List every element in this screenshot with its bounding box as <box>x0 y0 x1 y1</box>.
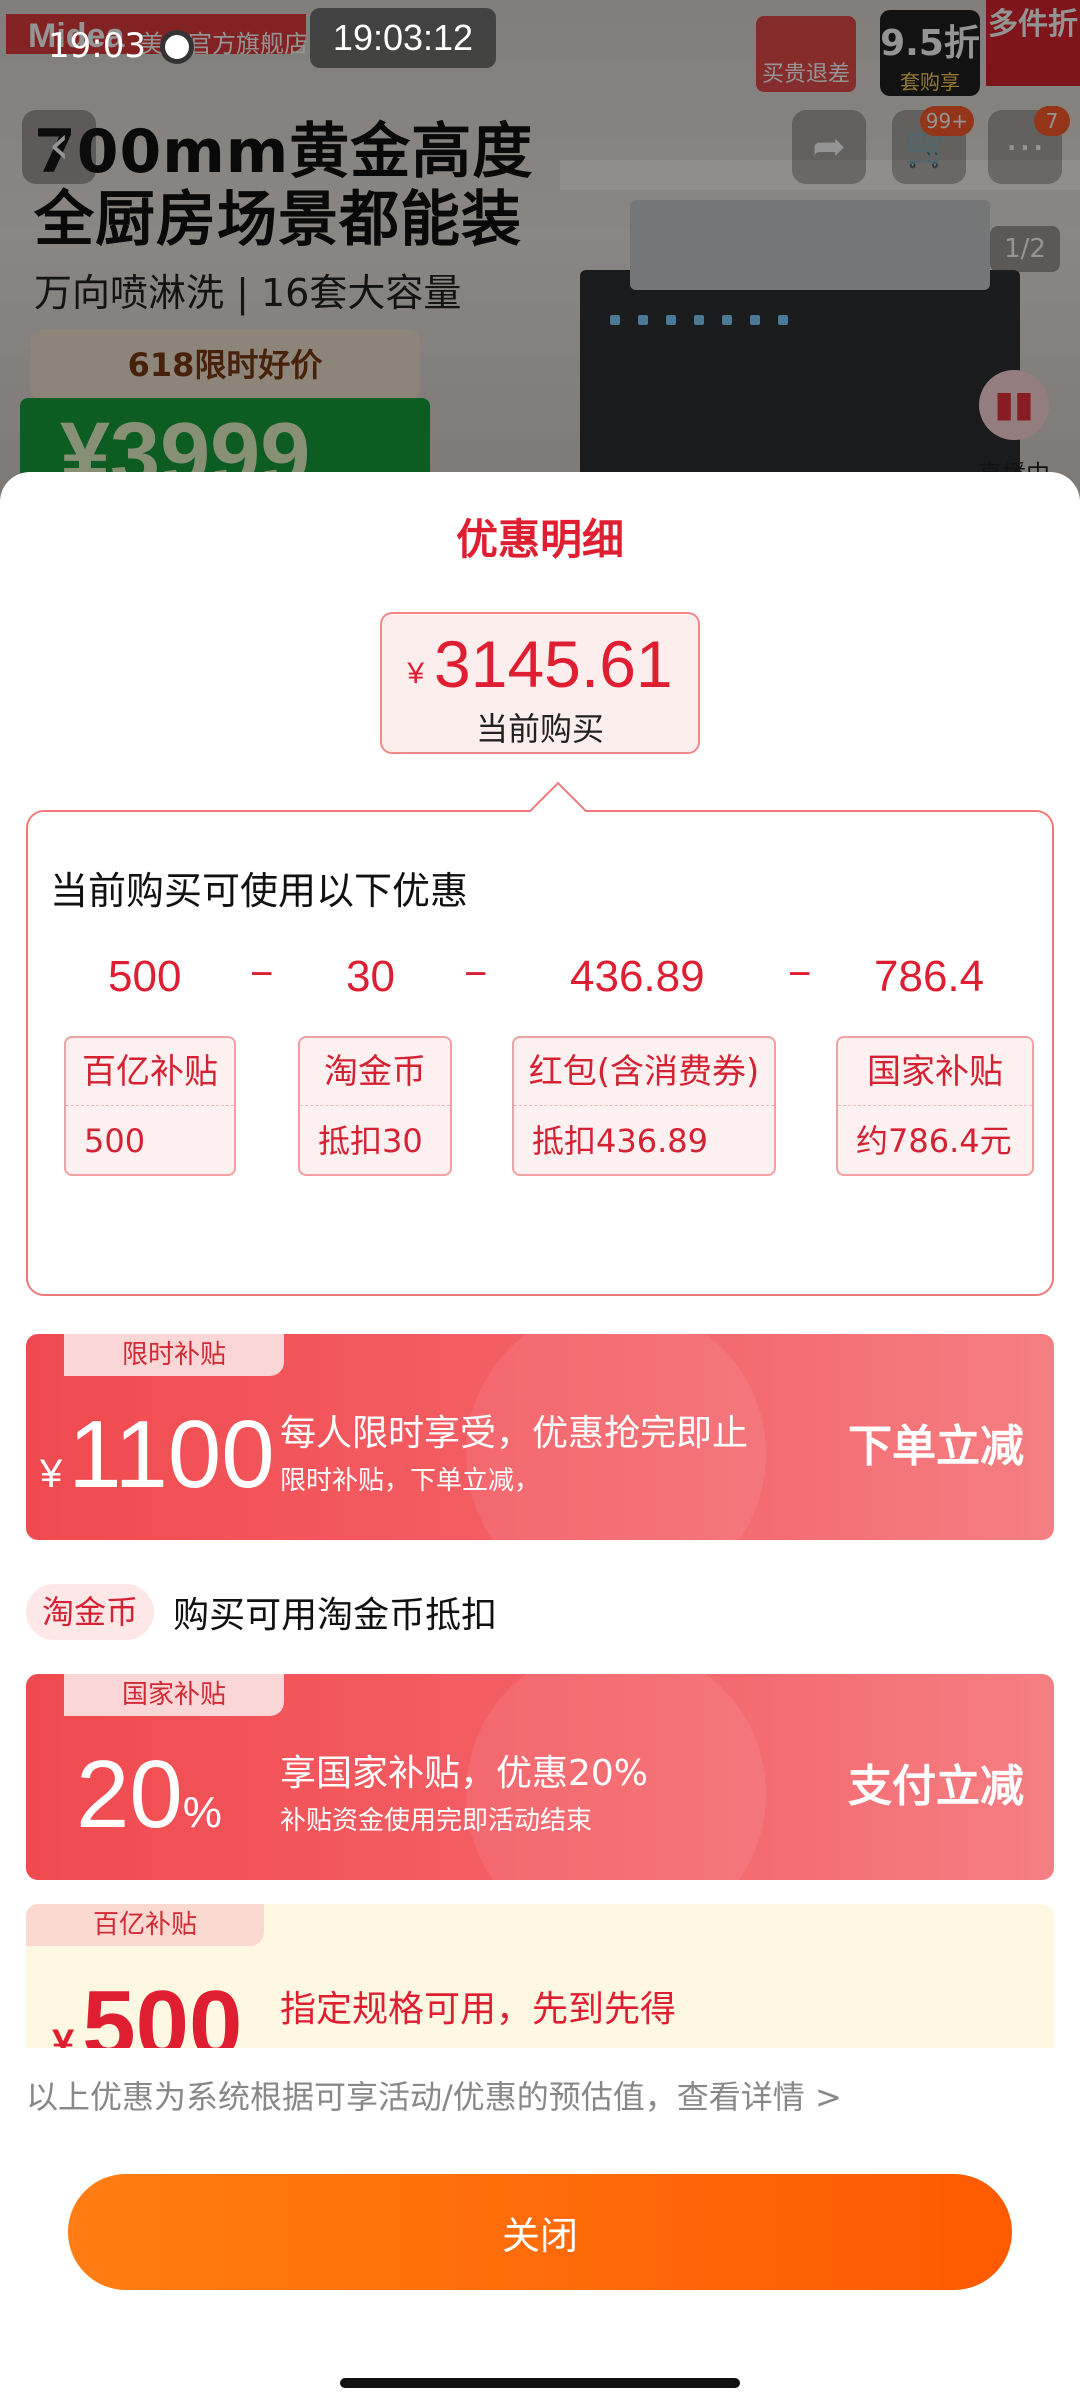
amount-taojin: 30 <box>346 952 395 1001</box>
modal-overlay[interactable] <box>0 0 1080 520</box>
minus-sign: − <box>788 952 812 996</box>
coupon-limited-subsidy[interactable]: 限时补贴 ¥1100 每人限时享受，优惠抢完即止 限时补贴，下单立减， 下单立减 <box>26 1334 1054 1540</box>
coupon-desc: 每人限时享受，优惠抢完即止 <box>280 1413 749 1454</box>
coupon-desc: 指定规格可用，先到先得 <box>280 1989 677 2030</box>
coupon-action[interactable]: 支付立减 <box>848 1750 1024 1814</box>
current-price-label: 当前购买 <box>475 710 604 748</box>
chip-taojin[interactable]: 淘金币 抵扣30 <box>298 1036 452 1176</box>
minus-sign: − <box>250 952 274 996</box>
current-price-box: ¥3145.61 当前购买 <box>380 612 700 754</box>
coupon-action[interactable]: 下单立减 <box>848 1410 1024 1474</box>
amount-redpacket: 436.89 <box>570 952 705 1001</box>
close-button[interactable]: 关闭 <box>68 2174 1012 2290</box>
coupon-billion-subsidy[interactable]: 百亿补贴 ¥500 指定规格可用，先到先得 <box>26 1904 1054 2048</box>
breakdown-numbers: 500 − 30 − 436.89 − 786.4 <box>28 952 1056 1012</box>
chip-national-subsidy[interactable]: 国家补贴 约786.4元 <box>836 1036 1034 1176</box>
disclaimer-link[interactable]: 以上优惠为系统根据可享活动/优惠的预估值，查看详情 > <box>26 2072 842 2118</box>
chip-red-packet[interactable]: 红包(含消费券) 抵扣436.89 <box>512 1036 776 1176</box>
coupon-subdesc: 限时补贴，下单立减， <box>280 1466 541 1496</box>
home-indicator[interactable] <box>340 2378 740 2388</box>
chip-billion-subsidy[interactable]: 百亿补贴 500 <box>64 1036 236 1176</box>
coupon-tag: 国家补贴 <box>64 1674 284 1716</box>
coupon-amount: ¥1100 <box>40 1401 275 1508</box>
coupon-desc: 享国家补贴，优惠20% <box>280 1753 649 1794</box>
coupon-subdesc: 补贴资金使用完即活动结束 <box>280 1806 593 1836</box>
product-page-background: Midea 美的官方旗舰店 700mm黄金高度 全厨房场景都能装 万向喷淋洗 |… <box>0 0 1080 520</box>
alarm-icon <box>160 30 194 64</box>
minus-sign: − <box>464 952 488 996</box>
taojin-row: 淘金币 购买可用淘金币抵扣 <box>26 1584 497 1644</box>
coupon-tag: 百亿补贴 <box>26 1904 264 1946</box>
taojin-tag: 淘金币 <box>26 1584 155 1640</box>
sheet-title: 优惠明细 <box>455 515 624 564</box>
current-price: ¥3145.61 <box>407 627 673 701</box>
coupon-amount: ¥500 <box>52 1971 243 2048</box>
status-time: 19:03 <box>48 26 146 66</box>
discount-detail-sheet: 优惠明细 ¥3145.61 当前购买 当前购买可使用以下优惠 500 − 30 … <box>0 472 1080 2400</box>
amount-billion: 500 <box>108 952 182 1001</box>
clock-overlay: 19:03:12 <box>310 8 496 68</box>
coupon-amount: 20% <box>76 1741 222 1848</box>
coupon-tag: 限时补贴 <box>64 1334 284 1376</box>
taojin-text: 购买可用淘金币抵扣 <box>173 1595 498 1636</box>
breakdown-title: 当前购买可使用以下优惠 <box>50 869 469 913</box>
amount-national: 786.4 <box>874 952 985 1001</box>
discount-breakdown: 当前购买可使用以下优惠 500 − 30 − 436.89 − 786.4 百亿… <box>26 781 1056 1296</box>
coupon-national-subsidy[interactable]: 国家补贴 20% 享国家补贴，优惠20% 补贴资金使用完即活动结束 支付立减 <box>26 1674 1054 1880</box>
